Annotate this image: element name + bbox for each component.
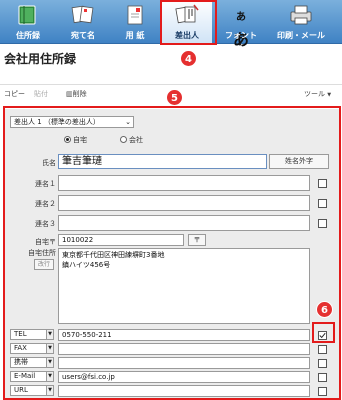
copy-button[interactable]: コピー xyxy=(4,89,25,99)
address-book-icon xyxy=(18,5,36,25)
callout-badge-5: 5 xyxy=(166,89,183,106)
sender-tab-highlight xyxy=(160,0,217,45)
paste-button[interactable]: 貼付 xyxy=(34,89,48,99)
toolbar-print-mail-button[interactable]: 印刷・メール xyxy=(272,0,330,44)
toolbar-address-book-button[interactable]: 住所録 xyxy=(3,0,53,44)
toolbar-label: フォント xyxy=(225,31,257,40)
toolbar-label: 住所録 xyxy=(16,31,40,40)
toolbar-label: 宛て名 xyxy=(71,31,95,40)
recipient-icon xyxy=(71,5,94,24)
printer-icon xyxy=(290,5,312,25)
toolbar-font-button[interactable]: ああ フォント xyxy=(216,0,266,49)
delete-label: 削除 xyxy=(72,90,87,98)
callout-badge-6: 6 xyxy=(316,301,333,318)
font-icon: ああ xyxy=(232,12,249,49)
page-title: 会社用住所録 xyxy=(4,52,77,66)
tel-checkbox-highlight xyxy=(312,322,335,343)
toolbar-label: 印刷・メール xyxy=(277,31,325,40)
toolbar-paper-button[interactable]: 用 紙 xyxy=(110,0,160,44)
paper-icon xyxy=(127,5,143,25)
delete-button[interactable]: ▥削除 xyxy=(66,89,87,99)
trash-icon: ▥ xyxy=(66,90,73,98)
chevron-down-icon: ▼ xyxy=(327,92,332,98)
toolbar-recipient-button[interactable]: 宛て名 xyxy=(58,0,108,44)
tools-label: ツール xyxy=(304,90,325,98)
toolbar-label: 用 紙 xyxy=(125,31,145,40)
tools-menu[interactable]: ツール ▼ xyxy=(304,89,331,99)
callout-badge-4: 4 xyxy=(180,50,197,67)
panel-highlight xyxy=(3,106,341,400)
